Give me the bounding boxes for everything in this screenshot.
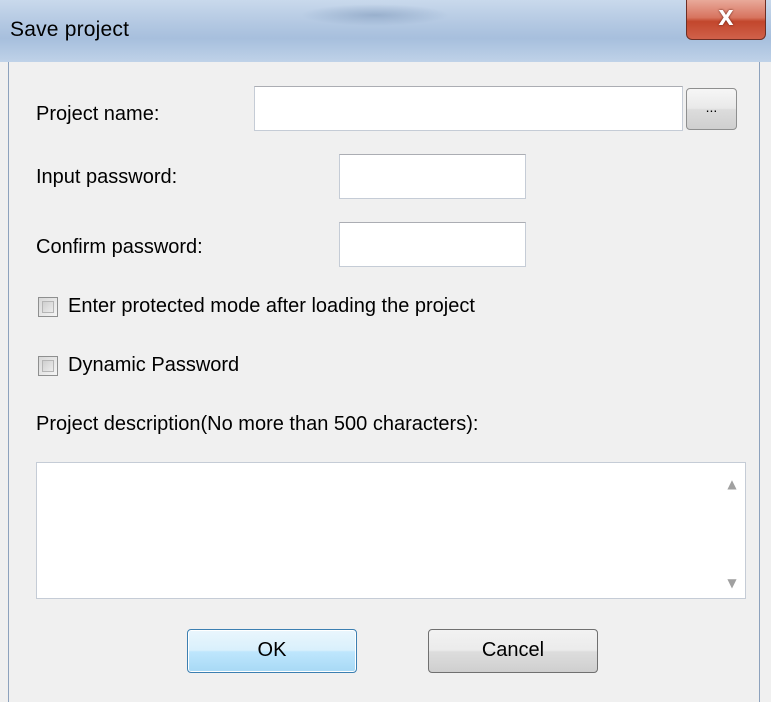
title-bar-glare <box>300 4 450 26</box>
protected-mode-checkbox[interactable] <box>38 297 58 317</box>
title-bar[interactable]: Save project X <box>0 0 771 62</box>
confirm-password-label: Confirm password: <box>36 236 203 258</box>
scroll-down-arrow-icon[interactable]: ▼ <box>719 576 745 590</box>
input-password-label: Input password: <box>36 166 178 188</box>
project-description-textarea[interactable]: ▲ ▼ <box>36 462 746 599</box>
close-icon: X <box>718 6 734 30</box>
cancel-button[interactable]: Cancel <box>428 629 598 673</box>
project-description-label: Project description(No more than 500 cha… <box>36 413 479 435</box>
close-button[interactable]: X <box>686 0 766 40</box>
scroll-up-arrow-icon[interactable]: ▲ <box>719 477 745 491</box>
project-name-input[interactable] <box>254 86 683 131</box>
browse-button[interactable]: ... <box>686 88 737 130</box>
protected-mode-label[interactable]: Enter protected mode after loading the p… <box>68 295 475 318</box>
dialog-title: Save project <box>10 18 130 41</box>
project-name-label: Project name: <box>36 103 160 125</box>
dynamic-password-label[interactable]: Dynamic Password <box>68 354 239 377</box>
dynamic-password-checkbox[interactable] <box>38 356 58 376</box>
input-password-field[interactable] <box>339 154 526 199</box>
save-project-dialog: Save project X Project name: ... Input p… <box>0 0 771 702</box>
ok-button[interactable]: OK <box>187 629 357 673</box>
confirm-password-field[interactable] <box>339 222 526 267</box>
description-scrollbar[interactable]: ▲ ▼ <box>719 463 745 598</box>
